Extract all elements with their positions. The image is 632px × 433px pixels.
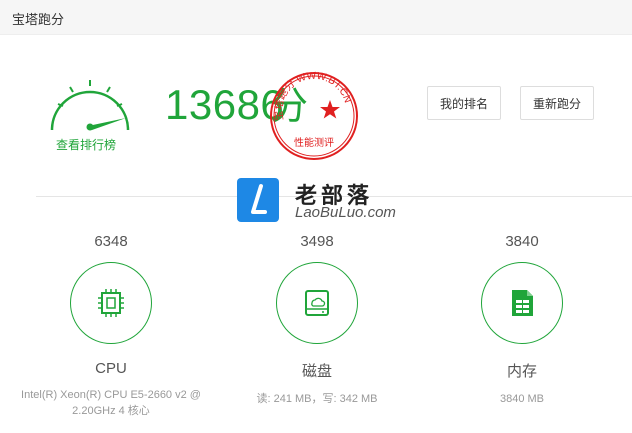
svg-text:性能测评: 性能测评: [294, 136, 334, 149]
leaderboard-link[interactable]: 查看排行榜: [56, 136, 116, 153]
metric-name: CPU: [95, 360, 127, 377]
memory-icon: [512, 290, 533, 316]
watermark: 老部落 LaoBuLuo.com: [237, 178, 417, 224]
retest-button[interactable]: 重新跑分: [520, 86, 594, 120]
window-title: 宝塔跑分: [12, 12, 65, 27]
stamp-seal-icon: 宝塔跑分 WWW.BT.CN 性能测评: [270, 71, 358, 160]
metric-memory: 3840 内存 3840 MB: [422, 232, 622, 407]
metric-cpu: 6348 CPU Intel(R) Xeon(R) CPU E5-2660 v2…: [11, 232, 211, 419]
watermark-logo-icon: [237, 178, 279, 222]
gauge-icon: [50, 80, 130, 131]
metric-icon-circle: [481, 262, 563, 344]
metric-icon-circle: [276, 262, 358, 344]
metric-desc: 读: 241 MB，写: 342 MB: [256, 393, 378, 405]
metric-disk: 3498 磁盘 读: 241 MB，写: 342 MB: [217, 232, 417, 407]
metric-score: 6348: [94, 233, 128, 250]
metric-score: 3840: [505, 233, 539, 250]
svg-text:宝塔跑分 WWW.BT.CN: 宝塔跑分 WWW.BT.CN: [272, 71, 353, 122]
disk-icon: [305, 290, 329, 316]
metric-icon-circle: [70, 262, 152, 344]
window-titlebar: 宝塔跑分: [0, 0, 632, 35]
metric-score: 3498: [300, 233, 334, 250]
metric-desc: Intel(R) Xeon(R) CPU E5-2660 v2 @ 2.20GH…: [21, 389, 201, 417]
cpu-icon: [98, 289, 124, 317]
my-rank-button[interactable]: 我的排名: [427, 86, 501, 120]
total-score: 13686: [165, 81, 285, 128]
metric-name: 磁盘: [301, 363, 332, 380]
metric-desc: 3840 MB: [499, 393, 545, 405]
metric-name: 内存: [506, 363, 537, 380]
watermark-subtitle: LaoBuLuo.com: [295, 204, 396, 221]
